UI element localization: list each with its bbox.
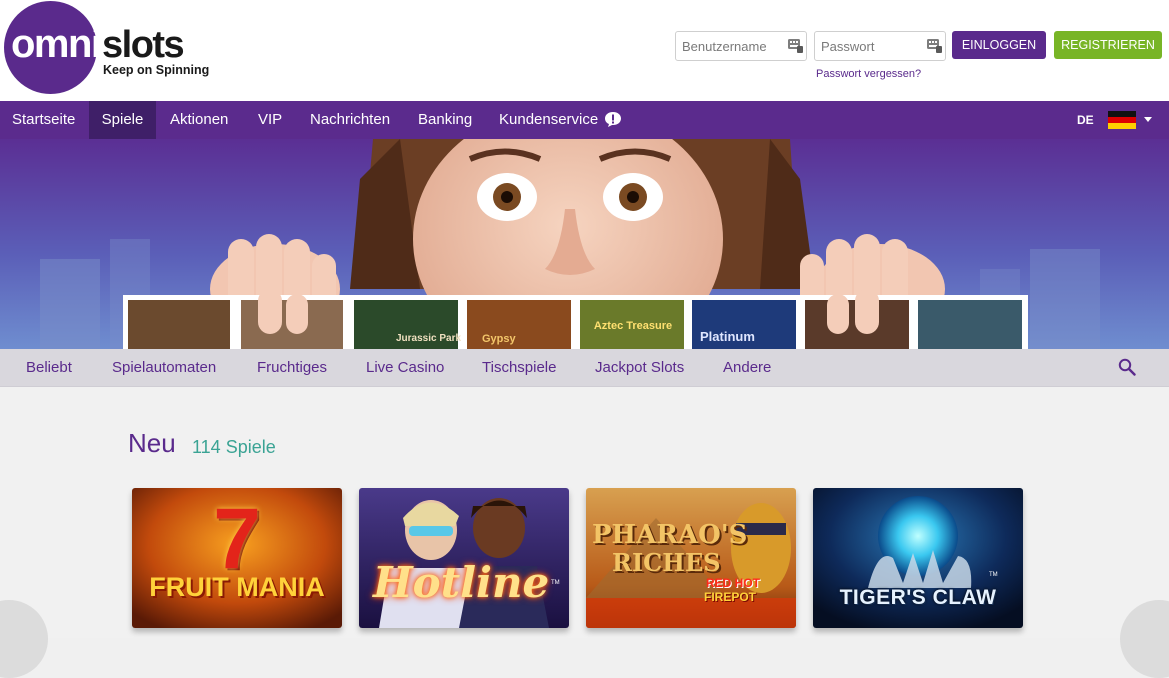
logo-omni-text[interactable]: omni	[11, 24, 102, 64]
chevron-down-icon[interactable]	[1144, 117, 1152, 122]
game-title-line: 7	[213, 491, 261, 587]
keyboard-icon	[927, 39, 942, 53]
category-tischspiele[interactable]: Tischspiele	[482, 349, 556, 387]
thumb-title: Jurassic Park	[396, 333, 462, 344]
category-spielautomaten[interactable]: Spielautomaten	[112, 349, 216, 387]
game-title-line: FRUIT MANIA	[149, 572, 325, 602]
nav-item-vip[interactable]: VIP	[258, 101, 282, 139]
game-tile-pharaos-riches[interactable]: PHARAO'S RICHES RED HOT FIREPOT	[586, 488, 796, 628]
category-live-casino[interactable]: Live Casino	[366, 349, 444, 387]
forgot-password-link[interactable]: Passwort vergessen?	[816, 68, 921, 80]
game-title-line: TIGER'S CLAW	[839, 586, 997, 609]
nav-item-aktionen[interactable]: Aktionen	[170, 101, 228, 139]
language-code[interactable]: DE	[1077, 101, 1094, 139]
thumb-title: Aztec Treasure	[593, 320, 673, 332]
keyboard-icon	[788, 39, 803, 53]
thumb-title: Gypsy	[482, 333, 516, 345]
logo-slots-text[interactable]: slots	[102, 25, 185, 65]
nav-item-nachrichten[interactable]: Nachrichten	[310, 101, 390, 139]
logo-tagline: Keep on Spinning	[103, 63, 210, 77]
main-nav: Startseite Spiele Aktionen VIP Nachricht…	[0, 101, 1169, 139]
trademark-mark: TM	[551, 580, 560, 586]
login-button[interactable]: EINLOGGEN	[952, 31, 1046, 59]
section-title: Neu	[128, 428, 176, 458]
thumb-title: Platinum	[700, 329, 755, 344]
nav-item-startseite[interactable]: Startseite	[0, 101, 87, 139]
category-fruchtiges[interactable]: Fruchtiges	[257, 349, 327, 387]
game-tile-fruit-mania[interactable]: 7 FRUIT MANIA	[132, 488, 342, 628]
game-tile-hotline[interactable]: Hotline TM	[359, 488, 569, 628]
game-tile-tigers-claw[interactable]: TIGER'S CLAW TM	[813, 488, 1023, 628]
trademark-mark: TM	[989, 572, 998, 578]
search-icon[interactable]	[1118, 358, 1136, 376]
germany-flag-icon[interactable]	[1108, 111, 1136, 129]
register-button[interactable]: REGISTRIEREN	[1054, 31, 1162, 59]
category-bar: Beliebt Spielautomaten Fruchtiges Live C…	[0, 349, 1169, 387]
nav-item-banking[interactable]: Banking	[418, 101, 472, 139]
section-count: 114 Spiele	[192, 437, 276, 457]
hero-illustration	[0, 139, 1169, 350]
game-title-line: RICHES	[612, 548, 721, 577]
chat-alert-icon[interactable]	[604, 111, 622, 128]
hero-banner[interactable]: Jurassic Park Gypsy Aztec Treasure Plati…	[0, 139, 1169, 350]
header: omni slots Keep on Spinning EINLOGGEN RE…	[0, 0, 1169, 101]
game-title-line: FIREPOT	[704, 590, 757, 604]
category-beliebt[interactable]: Beliebt	[26, 349, 72, 387]
nav-item-kundenservice[interactable]: Kundenservice	[499, 101, 598, 139]
category-andere[interactable]: Andere	[723, 349, 771, 387]
category-jackpot-slots[interactable]: Jackpot Slots	[595, 349, 684, 387]
nav-item-spiele[interactable]: Spiele	[89, 101, 156, 139]
game-title-line: RED HOT	[706, 576, 760, 590]
game-title-line: Hotline	[373, 558, 550, 607]
game-title-line: PHARAO'S	[592, 520, 748, 550]
